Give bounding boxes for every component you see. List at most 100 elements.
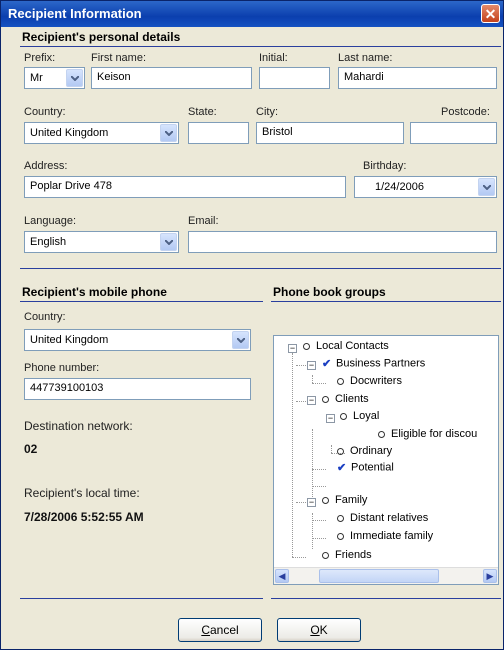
network-label: Destination network: (24, 419, 133, 433)
tree-item-loyal[interactable]: Loyal (340, 410, 379, 426)
chevron-down-icon[interactable] (66, 69, 83, 87)
chevron-down-icon[interactable] (160, 233, 177, 251)
tree-item-label: Ordinary (350, 445, 393, 457)
prefix-select[interactable]: Mr (24, 67, 85, 89)
city-input[interactable]: Bristol (256, 122, 404, 144)
chevron-down-icon[interactable] (232, 331, 249, 349)
address-input[interactable]: Poplar Drive 478 (24, 176, 346, 198)
tree-item-friends[interactable]: Friends (322, 549, 372, 565)
unchecked-icon[interactable] (340, 412, 347, 420)
unchecked-icon[interactable] (337, 377, 344, 385)
unchecked-icon[interactable] (378, 430, 385, 438)
tree-connector (296, 401, 306, 402)
tree-item-label: Immediate family (350, 530, 434, 542)
unchecked-icon[interactable] (322, 496, 329, 504)
unchecked-icon[interactable] (337, 447, 344, 455)
tree-connector (312, 429, 313, 505)
tree-connector (296, 365, 306, 366)
tree-item-label: Clients (335, 393, 369, 405)
tree-item-distant-relatives[interactable]: Distant relatives (337, 512, 428, 528)
prefix-label: Prefix: (24, 52, 56, 64)
tree-item-label: Friends (335, 549, 372, 561)
collapse-icon[interactable]: − (307, 396, 316, 405)
phone-input[interactable]: 447739100103 (24, 378, 251, 400)
groups-bottom-divider (271, 598, 501, 599)
checkmark-icon[interactable]: ✔ (322, 357, 332, 370)
ok-accelerator: O (310, 623, 320, 637)
language-select[interactable]: English (24, 231, 179, 253)
tree-item-local-contacts[interactable]: Local Contacts (303, 340, 389, 356)
ok-label: K (319, 623, 328, 637)
local-time-label: Recipient's local time: (24, 486, 140, 500)
mobile-bottom-divider (20, 598, 263, 599)
horizontal-scrollbar[interactable]: ◀ ▶ (274, 567, 498, 584)
birthday-picker[interactable]: 1/24/2006 (354, 176, 497, 198)
unchecked-icon[interactable] (337, 514, 344, 522)
collapse-icon[interactable]: − (307, 498, 316, 507)
tree-item-label: Business Partners (336, 357, 426, 370)
first-name-input[interactable]: Keison (91, 67, 252, 89)
initial-label: Initial: (259, 52, 288, 64)
tree-item-label: Local Contacts (316, 340, 389, 352)
title-bar[interactable]: Recipient Information ✕ (1, 1, 503, 27)
email-input[interactable] (188, 231, 497, 253)
tree-item-label: Potential (351, 461, 394, 474)
tree-item-label: Distant relatives (350, 512, 429, 524)
scroll-right-icon[interactable]: ▶ (483, 569, 497, 583)
collapse-icon[interactable]: − (307, 361, 316, 370)
tree-item-immediate-family[interactable]: Immediate family (337, 530, 433, 546)
close-button[interactable]: ✕ (481, 4, 500, 23)
tree-connector (312, 520, 326, 521)
tree-connector (331, 445, 332, 453)
mobile-country-label: Country: (24, 311, 66, 323)
tree-item-docwriters[interactable]: Docwriters (337, 375, 402, 391)
tree-item-eligible[interactable]: Eligible for discou (378, 428, 477, 444)
collapse-icon[interactable]: − (326, 414, 335, 423)
postcode-label: Postcode: (441, 106, 490, 118)
tree-connector (296, 502, 306, 503)
birthday-value: 1/24/2006 (375, 181, 424, 193)
tree-item-ordinary[interactable]: Ordinary (337, 445, 392, 461)
initial-input[interactable] (259, 67, 330, 89)
postcode-input[interactable] (410, 122, 497, 144)
scroll-thumb[interactable] (319, 569, 439, 583)
cancel-button[interactable]: Cancel (178, 618, 262, 642)
cancel-accelerator: C (201, 623, 210, 637)
personal-section-divider (20, 46, 501, 47)
tree-item-label: Loyal (353, 410, 380, 422)
scroll-left-icon[interactable]: ◀ (275, 569, 289, 583)
tree-connector (312, 469, 326, 470)
tree-item-family[interactable]: Family (322, 494, 367, 510)
unchecked-icon[interactable] (303, 342, 310, 350)
country-select[interactable]: United Kingdom (24, 122, 179, 144)
chevron-down-icon[interactable] (160, 124, 177, 142)
tree-connector (292, 557, 306, 558)
cancel-label: ancel (209, 623, 239, 637)
recipient-dialog: Recipient Information ✕ Recipient's pers… (0, 0, 504, 650)
mobile-section-divider (20, 301, 263, 302)
unchecked-icon[interactable] (337, 532, 344, 540)
last-name-input[interactable]: Mahardi (338, 67, 497, 89)
language-value: English (30, 236, 67, 248)
checkmark-icon[interactable]: ✔ (337, 461, 347, 474)
ok-button[interactable]: OK (277, 618, 361, 642)
mobile-country-value: United Kingdom (30, 334, 109, 346)
chevron-down-icon[interactable] (478, 178, 495, 196)
unchecked-icon[interactable] (322, 551, 329, 559)
tree-item-business-partners[interactable]: ✔ Business Partners (322, 357, 425, 373)
tree-connector (292, 353, 293, 557)
birthday-label: Birthday: (363, 160, 407, 172)
network-value: 02 (24, 442, 38, 456)
city-label: City: (256, 106, 278, 118)
mobile-country-select[interactable]: United Kingdom (24, 329, 251, 351)
state-label: State: (188, 106, 217, 118)
state-input[interactable] (188, 122, 249, 144)
collapse-icon[interactable]: − (288, 344, 297, 353)
mobile-section-title: Recipient's mobile phone (22, 285, 167, 299)
tree-item-potential[interactable]: ✔ Potential (337, 461, 394, 477)
tree-item-clients[interactable]: Clients (322, 393, 369, 409)
personal-section-title: Recipient's personal details (22, 30, 181, 44)
phone-book-tree[interactable]: − − − − − Local Contacts ✔ Business Partn… (273, 335, 499, 585)
prefix-value: Mr (30, 72, 43, 84)
unchecked-icon[interactable] (322, 395, 329, 403)
